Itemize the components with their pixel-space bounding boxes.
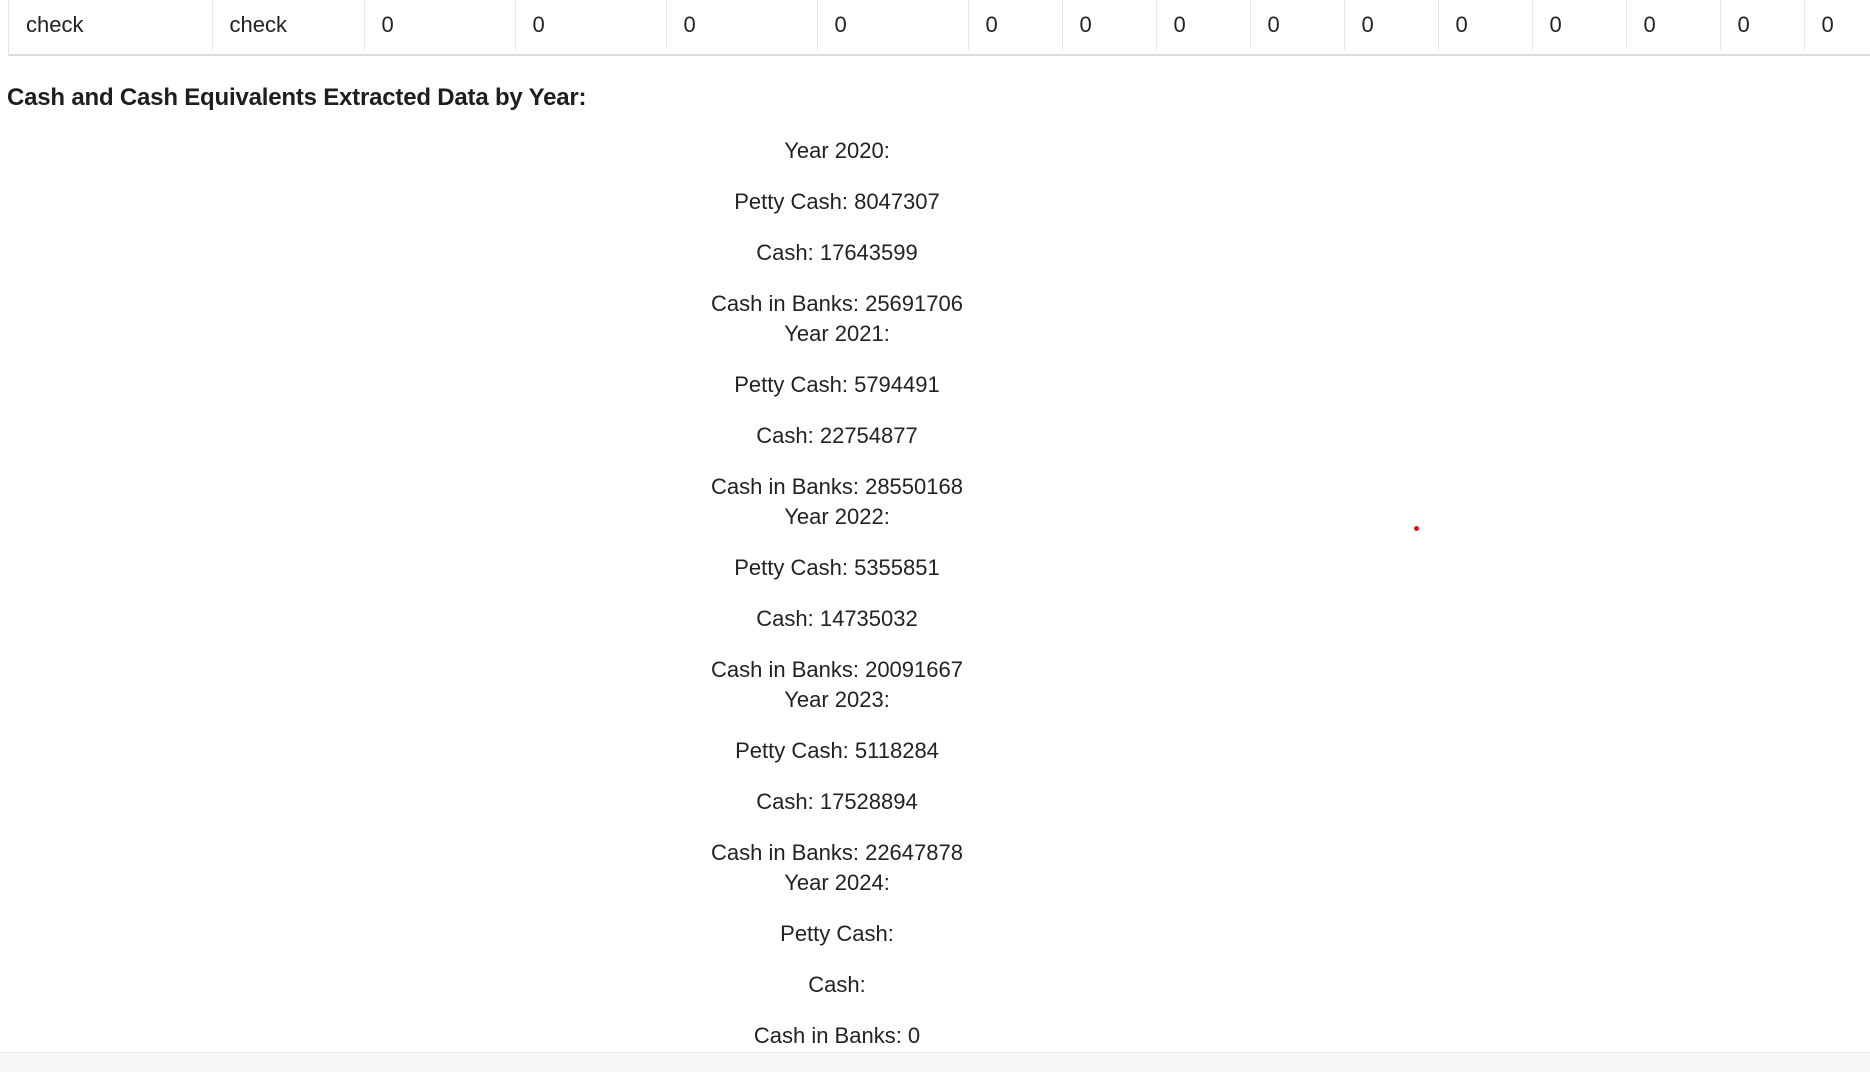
table-cell: 0 (817, 0, 969, 50)
cursor-marker-dot (1414, 526, 1419, 531)
cash-value: Cash: (808, 972, 866, 997)
table-cell: 0 (1438, 0, 1533, 50)
petty-cash-value: Petty Cash: 5355851 (734, 555, 940, 580)
petty-cash-value: Petty Cash: (780, 921, 894, 946)
cash-value: Cash: 14735032 (756, 606, 918, 631)
cash-in-banks-value: Cash in Banks: 28550168 (711, 474, 963, 499)
bottom-scroll-strip[interactable] (0, 1052, 1870, 1072)
table-row: check check 0 0 0 0 0 0 0 0 0 0 0 0 0 0 (9, 0, 1870, 50)
table-cell: 0 (968, 0, 1063, 50)
table-cell: 0 (1062, 0, 1157, 50)
petty-cash-value: Petty Cash: 8047307 (734, 189, 940, 214)
petty-cash-value: Petty Cash: 5118284 (735, 738, 939, 763)
year-block-2024: Year 2024: Petty Cash: Cash: Cash in Ban… (0, 870, 1674, 1053)
cash-value: Cash: 22754877 (756, 423, 918, 448)
table-cell: check (212, 0, 365, 50)
year-block-2023: Year 2023: Petty Cash: 5118284 Cash: 175… (0, 687, 1674, 870)
year-label: Year 2023: (784, 687, 890, 712)
cash-in-banks-value: Cash in Banks: 0 (753, 1023, 921, 1048)
table-cell: 0 (1156, 0, 1251, 50)
cash-in-banks-value: Cash in Banks: 22647878 (711, 840, 963, 865)
year-list: Year 2020: Petty Cash: 8047307 Cash: 176… (0, 138, 1674, 1053)
year-label: Year 2024: (784, 870, 890, 895)
cash-in-banks-value: Cash in Banks: 25691706 (711, 291, 963, 316)
page: check check 0 0 0 0 0 0 0 0 0 0 0 0 0 0 … (0, 0, 1870, 1072)
year-block-2022: Year 2022: Petty Cash: 5355851 Cash: 147… (0, 504, 1674, 687)
cash-value: Cash: 17643599 (756, 240, 918, 265)
petty-cash-value: Petty Cash: 5794491 (734, 372, 940, 397)
year-block-2021: Year 2021: Petty Cash: 5794491 Cash: 227… (0, 321, 1674, 504)
cash-in-banks-value: Cash in Banks: 20091667 (711, 657, 963, 682)
table-cell: 0 (1720, 0, 1805, 50)
year-block-2020: Year 2020: Petty Cash: 8047307 Cash: 176… (0, 138, 1674, 321)
table-cell: 0 (515, 0, 667, 50)
section-heading: Cash and Cash Equivalents Extracted Data… (7, 84, 587, 111)
year-label: Year 2020: (784, 138, 890, 163)
data-table: check check 0 0 0 0 0 0 0 0 0 0 0 0 0 0 (9, 0, 1870, 50)
table-cell: 0 (666, 0, 818, 50)
table-cell: check (9, 0, 213, 50)
table-cell: 0 (1250, 0, 1345, 50)
year-label: Year 2021: (784, 321, 890, 346)
year-label: Year 2022: (784, 504, 890, 529)
cash-value: Cash: 17528894 (756, 789, 918, 814)
data-table-container: check check 0 0 0 0 0 0 0 0 0 0 0 0 0 0 (8, 0, 1870, 56)
table-cell: 0 (1344, 0, 1439, 50)
table-cell: 0 (1804, 0, 1870, 50)
table-cell: 0 (1532, 0, 1627, 50)
table-cell: 0 (364, 0, 516, 50)
table-cell: 0 (1626, 0, 1721, 50)
